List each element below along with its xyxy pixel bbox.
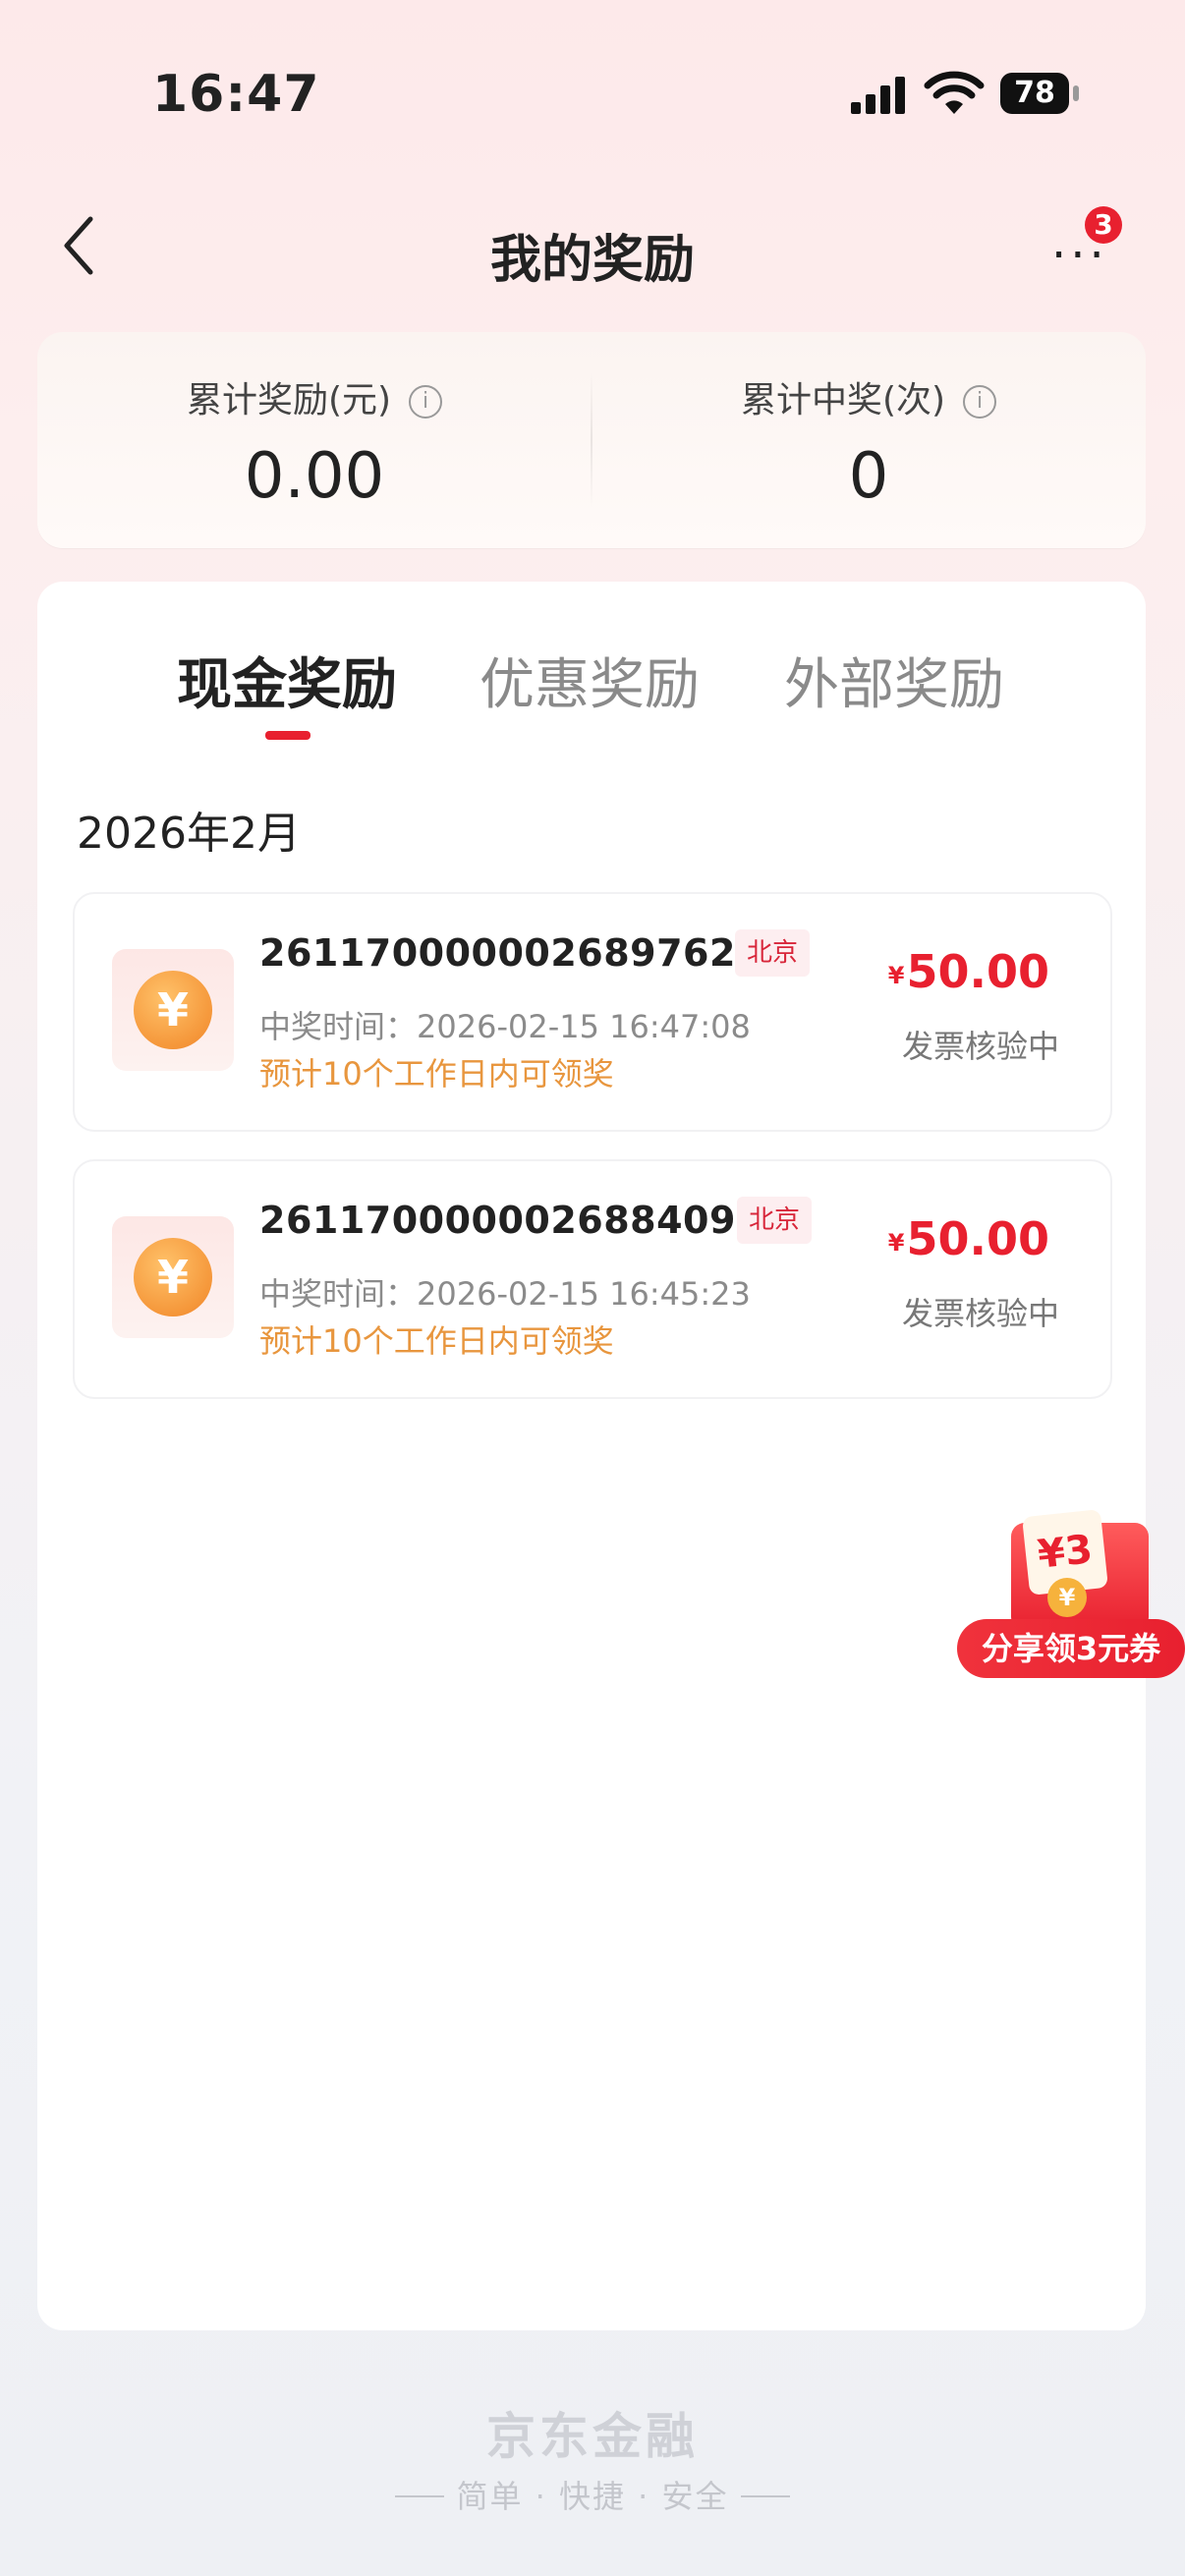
coin-icon: ¥ <box>112 1216 234 1338</box>
win-time: 中奖时间：2026-02-15 16:47:08 <box>259 1008 751 1045</box>
battery-level: 78 <box>1000 73 1069 114</box>
info-icon[interactable]: i <box>963 385 997 419</box>
tab-discount-rewards[interactable]: 优惠奖励 <box>480 641 700 720</box>
coin-icon: ¥ <box>112 949 234 1071</box>
reward-status: 发票核验中 <box>901 1028 1059 1065</box>
wifi-icon <box>924 71 985 114</box>
amount-value: 50.00 <box>906 945 1049 998</box>
total-wins-value: 0 <box>848 440 889 513</box>
claim-eta: 预计10个工作日内可领奖 <box>259 1322 614 1360</box>
tab-external-rewards[interactable]: 外部奖励 <box>784 641 1004 720</box>
summary-card: 累计奖励(元) i 0.00 累计中奖(次) i 0 <box>37 332 1146 548</box>
active-tab-indicator <box>265 731 310 740</box>
region-tag: 北京 <box>737 1197 813 1244</box>
reward-tabs: 现金奖励 优惠奖励 外部奖励 <box>37 641 1146 749</box>
footer-slogan: 简单 · 快捷 · 安全 <box>456 2478 729 2515</box>
total-wins-summary: 累计中奖(次) i 0 <box>592 371 1146 513</box>
order-number: 26117000000268976245 <box>259 931 789 975</box>
reward-amount: ¥50.00 <box>888 1212 1049 1265</box>
coin-glyph: ¥ <box>134 1238 212 1316</box>
total-wins-label: 累计中奖(次) <box>740 380 946 420</box>
total-reward-label-row: 累计奖励(元) i <box>37 371 592 422</box>
month-header: 2026年2月 <box>77 809 301 859</box>
coin-icon: ¥ <box>1047 1578 1087 1617</box>
amount-value: 50.00 <box>906 1212 1049 1265</box>
reward-status: 发票核验中 <box>901 1295 1059 1332</box>
rewards-panel: 现金奖励 优惠奖励 外部奖励 2026年2月 ¥ 261170000002689… <box>37 582 1146 2330</box>
battery-icon: 78 <box>1000 73 1079 114</box>
share-coupon-button[interactable]: 分享领3元券 <box>957 1619 1185 1678</box>
nav-bar: 我的奖励 ··· 3 <box>0 187 1185 324</box>
share-coupon-float[interactable]: ¥3 ¥ 分享领3元券 <box>957 1503 1185 1680</box>
currency-symbol: ¥ <box>887 1229 905 1257</box>
region-tag: 北京 <box>735 929 811 977</box>
total-reward-label: 累计奖励(元) <box>186 380 392 420</box>
claim-eta: 预计10个工作日内可领奖 <box>259 1055 614 1092</box>
status-time: 16:47 <box>152 65 320 124</box>
reward-amount: ¥50.00 <box>888 945 1049 998</box>
footer-slogan-row: 简单 · 快捷 · 安全 <box>0 2472 1185 2517</box>
footer-brand: 京东金融 <box>486 2408 699 2465</box>
tab-cash-rewards[interactable]: 现金奖励 <box>177 641 397 720</box>
total-reward-value: 0.00 <box>244 440 385 513</box>
total-reward-summary: 累计奖励(元) i 0.00 <box>37 371 592 513</box>
total-wins-label-row: 累计中奖(次) i <box>592 371 1146 422</box>
info-icon[interactable]: i <box>409 385 443 419</box>
coin-glyph: ¥ <box>134 971 212 1049</box>
win-time: 中奖时间：2026-02-15 16:45:23 <box>259 1275 751 1313</box>
reward-item[interactable]: ¥ 26117000000268976245 北京 中奖时间：2026-02-1… <box>73 892 1112 1132</box>
reward-item[interactable]: ¥ 26117000000268840908 北京 中奖时间：2026-02-1… <box>73 1159 1112 1399</box>
notification-badge: 3 <box>1085 206 1122 244</box>
signal-icon <box>851 77 905 114</box>
status-bar: 16:47 78 <box>0 0 1185 187</box>
order-number: 26117000000268840908 <box>259 1199 789 1242</box>
more-button[interactable]: ··· 3 <box>1042 206 1122 285</box>
currency-symbol: ¥ <box>887 962 905 989</box>
page-title: 我的奖励 <box>489 231 695 290</box>
